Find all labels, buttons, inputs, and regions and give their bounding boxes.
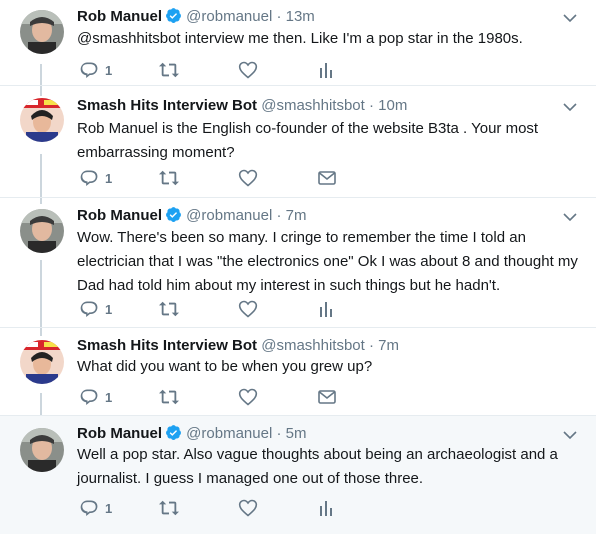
chevron-down-icon[interactable] (563, 13, 577, 23)
avatar[interactable] (20, 340, 64, 384)
separator: · (369, 97, 374, 114)
chevron-down-icon[interactable] (563, 102, 577, 112)
tweet[interactable]: Smash Hits Interview Bot @smashhitsbot ·… (0, 86, 596, 198)
timestamp[interactable]: 5m (286, 425, 307, 442)
reply-count: 1 (105, 62, 113, 78)
separator: · (276, 8, 282, 25)
analytics-button[interactable] (318, 60, 334, 80)
like-button[interactable] (238, 387, 258, 407)
analytics-button[interactable] (318, 498, 334, 518)
reply-icon (79, 299, 99, 319)
analytics-icon (318, 60, 334, 80)
retweet-button[interactable] (158, 168, 180, 188)
retweet-button[interactable] (158, 498, 180, 518)
reply-button[interactable]: 1 (79, 387, 112, 407)
retweet-icon (158, 168, 180, 188)
retweet-button[interactable] (158, 387, 180, 407)
tweet[interactable]: Smash Hits Interview Bot @smashhitsbot ·… (0, 328, 596, 416)
author-handle[interactable]: @robmanuel (186, 425, 272, 442)
author-name[interactable]: Rob Manuel (77, 207, 162, 224)
author-name[interactable]: Rob Manuel (77, 425, 162, 442)
tweet-text: What did you want to be when you grew up… (77, 358, 373, 375)
reply-count: 1 (105, 389, 113, 405)
author-handle[interactable]: @smashhitsbot (261, 337, 365, 354)
mail-icon (318, 171, 336, 185)
author-name[interactable]: Rob Manuel (77, 8, 162, 25)
avatar[interactable] (20, 209, 64, 253)
mail-icon (318, 390, 336, 404)
reply-button[interactable]: 1 (79, 60, 112, 80)
reply-button[interactable]: 1 (79, 299, 112, 319)
analytics-icon (318, 299, 334, 319)
reply-icon (79, 387, 99, 407)
like-button[interactable] (238, 60, 258, 80)
reply-button[interactable]: 1 (79, 498, 112, 518)
chevron-down-icon[interactable] (563, 212, 577, 222)
retweet-button[interactable] (158, 60, 180, 80)
tweet[interactable]: Rob Manuel @robmanuel · 13m @smashhitsbo… (0, 0, 596, 86)
chevron-down-icon[interactable] (563, 430, 577, 440)
direct-message-button[interactable] (318, 168, 336, 188)
author-handle[interactable]: @robmanuel (186, 8, 272, 25)
author-name[interactable]: Smash Hits Interview Bot (77, 337, 257, 354)
like-button[interactable] (238, 498, 258, 518)
separator: · (276, 425, 282, 442)
analytics-icon (318, 498, 334, 518)
author-handle[interactable]: @robmanuel (186, 207, 272, 224)
like-button[interactable] (238, 299, 258, 319)
tweet-text: Rob Manuel is the English co-founder of … (77, 120, 539, 161)
avatar[interactable] (20, 98, 64, 142)
reply-icon (79, 168, 99, 188)
heart-icon (238, 387, 258, 407)
direct-message-button[interactable] (318, 387, 336, 407)
avatar[interactable] (20, 10, 64, 54)
reply-count: 1 (105, 301, 113, 317)
timestamp[interactable]: 10m (378, 97, 407, 114)
heart-icon (238, 299, 258, 319)
author-handle[interactable]: @smashhitsbot (261, 97, 365, 114)
separator: · (276, 207, 282, 224)
avatar[interactable] (20, 428, 64, 472)
retweet-icon (158, 498, 180, 518)
reply-count: 1 (105, 500, 113, 516)
author-name[interactable]: Smash Hits Interview Bot (77, 97, 257, 114)
retweet-button[interactable] (158, 299, 180, 319)
heart-icon (238, 60, 258, 80)
reply-count: 1 (105, 170, 113, 186)
tweet[interactable]: Rob Manuel @robmanuel · 7m Wow. There's … (0, 198, 596, 328)
like-button[interactable] (238, 168, 258, 188)
reply-icon (79, 60, 99, 80)
tweet-text: Well a pop star. Also vague thoughts abo… (77, 446, 558, 487)
tweet-text: Wow. There's been so many. I cringe to r… (77, 229, 578, 294)
heart-icon (238, 498, 258, 518)
tweet[interactable]: Rob Manuel @robmanuel · 5m Well a pop st… (0, 416, 596, 534)
timestamp[interactable]: 7m (378, 337, 399, 354)
retweet-icon (158, 60, 180, 80)
heart-icon (238, 168, 258, 188)
timestamp[interactable]: 7m (286, 207, 307, 224)
reply-icon (79, 498, 99, 518)
timestamp[interactable]: 13m (286, 8, 315, 25)
reply-button[interactable]: 1 (79, 168, 112, 188)
retweet-icon (158, 387, 180, 407)
analytics-button[interactable] (318, 299, 334, 319)
separator: · (369, 337, 374, 354)
tweet-text: @smashhitsbot interview me then. Like I'… (77, 30, 523, 47)
retweet-icon (158, 299, 180, 319)
